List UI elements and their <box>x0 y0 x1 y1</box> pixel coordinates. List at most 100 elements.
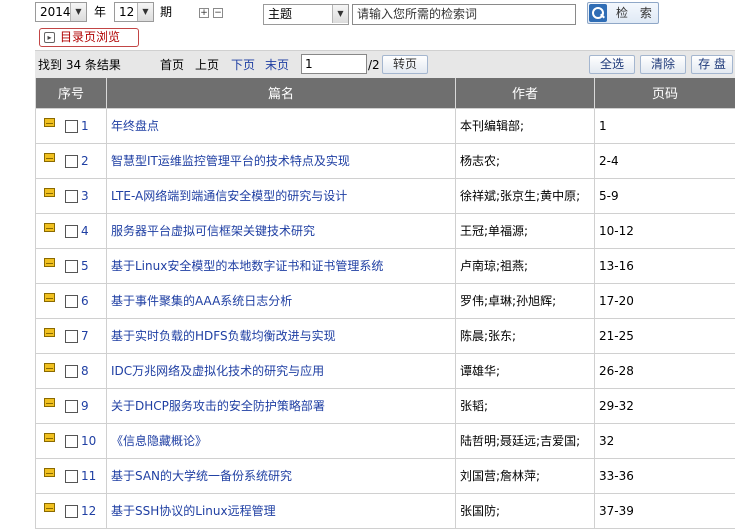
row-checkbox[interactable] <box>65 399 78 413</box>
document-icon[interactable] <box>44 292 55 302</box>
issue-select[interactable]: 12 ▼ <box>114 2 154 22</box>
select-all-button[interactable]: 全选 <box>589 55 635 74</box>
document-icon[interactable] <box>44 222 55 232</box>
row-number: 10 <box>81 433 97 448</box>
pages-cell: 21-25 <box>594 317 736 354</box>
field-select[interactable]: 主题 ▼ <box>263 4 349 25</box>
author-text: 杨志农; <box>460 154 501 168</box>
row-checkbox[interactable] <box>65 469 78 483</box>
row-checkbox[interactable] <box>65 119 78 133</box>
document-icon[interactable] <box>44 397 55 407</box>
keyword-input[interactable]: 请输入您所需的检索词 <box>352 4 576 25</box>
row-number: 11 <box>81 468 97 483</box>
title-cell: 智慧型IT运维监控管理平台的技术特点及实现 <box>106 142 456 179</box>
article-title-link[interactable]: 基于SSH协议的Linux远程管理 <box>111 504 276 518</box>
author-text: 卢南琼;祖燕; <box>460 259 529 273</box>
pages-text: 32 <box>599 433 615 448</box>
title-cell: IDC万兆网络及虚拟化技术的研究与应用 <box>106 352 456 389</box>
title-cell: 关于DHCP服务攻击的安全防护策略部署 <box>106 387 456 424</box>
year-select[interactable]: 2014 ▼ <box>35 2 87 22</box>
last-page-link[interactable]: 末页 <box>265 51 289 79</box>
expand-icon[interactable]: + <box>199 8 209 18</box>
document-icon[interactable] <box>44 432 55 442</box>
goto-page-button[interactable]: 转页 <box>382 55 428 74</box>
pages-cell: 33-36 <box>594 457 736 494</box>
search-button-label: 检 索 <box>616 6 656 20</box>
row-number: 6 <box>81 293 89 308</box>
author-text: 徐祥斌;张京生;黄中原; <box>460 189 581 203</box>
pages-cell: 10-12 <box>594 212 736 249</box>
row-checkbox[interactable] <box>65 189 78 203</box>
row-checkbox[interactable] <box>65 329 78 343</box>
author-text: 谭雄华; <box>460 364 501 378</box>
seq-cell: 4 <box>35 212 107 249</box>
header-pages: 页码 <box>594 78 736 108</box>
table-row: 6 基于事件聚集的AAA系统日志分析 罗伟;卓琳;孙旭辉; 17-20 <box>35 282 736 319</box>
title-cell: 基于事件聚集的AAA系统日志分析 <box>106 282 456 319</box>
row-checkbox[interactable] <box>65 504 78 518</box>
author-text: 张国防; <box>460 504 501 518</box>
row-number: 8 <box>81 363 89 378</box>
document-icon[interactable] <box>44 362 55 372</box>
article-title-link[interactable]: 年终盘点 <box>111 119 159 133</box>
document-icon[interactable] <box>44 152 55 162</box>
table-row: 1 年终盘点 本刊编辑部; 1 <box>35 107 736 144</box>
table-row: 5 基于Linux安全模型的本地数字证书和证书管理系统 卢南琼;祖燕; 13-16 <box>35 247 736 284</box>
document-icon[interactable] <box>44 187 55 197</box>
article-title-link[interactable]: 基于事件聚集的AAA系统日志分析 <box>111 294 292 308</box>
search-button[interactable]: 检 索 <box>587 2 659 24</box>
page-number-input[interactable]: 1 <box>301 54 367 74</box>
seq-cell: 1 <box>35 107 107 144</box>
seq-cell: 3 <box>35 177 107 214</box>
seq-cell: 9 <box>35 387 107 424</box>
author-text: 本刊编辑部; <box>460 119 525 133</box>
clear-button[interactable]: 清除 <box>640 55 686 74</box>
title-cell: 服务器平台虚拟可信框架关键技术研究 <box>106 212 456 249</box>
search-icon <box>589 4 607 22</box>
document-icon[interactable] <box>44 467 55 477</box>
article-title-link[interactable]: 服务器平台虚拟可信框架关键技术研究 <box>111 224 315 238</box>
author-cell: 本刊编辑部; <box>455 107 595 144</box>
title-cell: 基于Linux安全模型的本地数字证书和证书管理系统 <box>106 247 456 284</box>
article-title-link[interactable]: 基于Linux安全模型的本地数字证书和证书管理系统 <box>111 259 383 273</box>
row-checkbox[interactable] <box>65 434 78 448</box>
author-text: 刘国营;詹林萍; <box>460 469 541 483</box>
row-number: 5 <box>81 258 89 273</box>
row-checkbox[interactable] <box>65 154 78 168</box>
pages-cell: 26-28 <box>594 352 736 389</box>
seq-cell: 2 <box>35 142 107 179</box>
article-title-link[interactable]: LTE-A网络端到端通信安全模型的研究与设计 <box>111 189 347 203</box>
pages-cell: 2-4 <box>594 142 736 179</box>
table-row: 12 基于SSH协议的Linux远程管理 张国防; 37-39 <box>35 492 736 529</box>
first-page-link[interactable]: 首页 <box>160 51 184 79</box>
article-title-link[interactable]: 基于SAN的大学统一备份系统研究 <box>111 469 292 483</box>
prev-page-link[interactable]: 上页 <box>195 51 219 79</box>
article-title-link[interactable]: 智慧型IT运维监控管理平台的技术特点及实现 <box>111 154 350 168</box>
collapse-icon[interactable]: − <box>213 8 223 18</box>
document-icon[interactable] <box>44 257 55 267</box>
document-icon[interactable] <box>44 502 55 512</box>
next-page-link[interactable]: 下页 <box>231 51 255 79</box>
article-title-link[interactable]: 基于实时负载的HDFS负载均衡改进与实现 <box>111 329 336 343</box>
row-checkbox[interactable] <box>65 364 78 378</box>
catalog-browse-button[interactable]: ▸ 目录页浏览 <box>39 28 139 47</box>
author-cell: 谭雄华; <box>455 352 595 389</box>
row-checkbox[interactable] <box>65 294 78 308</box>
article-title-link[interactable]: 《信息隐藏概论》 <box>111 434 207 448</box>
article-title-link[interactable]: 关于DHCP服务攻击的安全防护策略部署 <box>111 399 325 413</box>
article-title-link[interactable]: IDC万兆网络及虚拟化技术的研究与应用 <box>111 364 324 378</box>
pages-text: 2-4 <box>599 153 619 168</box>
save-button[interactable]: 存 盘 <box>691 55 733 74</box>
row-checkbox[interactable] <box>65 259 78 273</box>
seq-cell: 10 <box>35 422 107 459</box>
document-icon[interactable] <box>44 327 55 337</box>
table-row: 2 智慧型IT运维监控管理平台的技术特点及实现 杨志农; 2-4 <box>35 142 736 179</box>
chevron-down-icon: ▼ <box>70 3 86 21</box>
title-cell: 《信息隐藏概论》 <box>106 422 456 459</box>
document-icon[interactable] <box>44 117 55 127</box>
seq-cell: 7 <box>35 317 107 354</box>
author-cell: 陈晨;张东; <box>455 317 595 354</box>
author-cell: 张国防; <box>455 492 595 529</box>
row-checkbox[interactable] <box>65 224 78 238</box>
row-number: 7 <box>81 328 89 343</box>
